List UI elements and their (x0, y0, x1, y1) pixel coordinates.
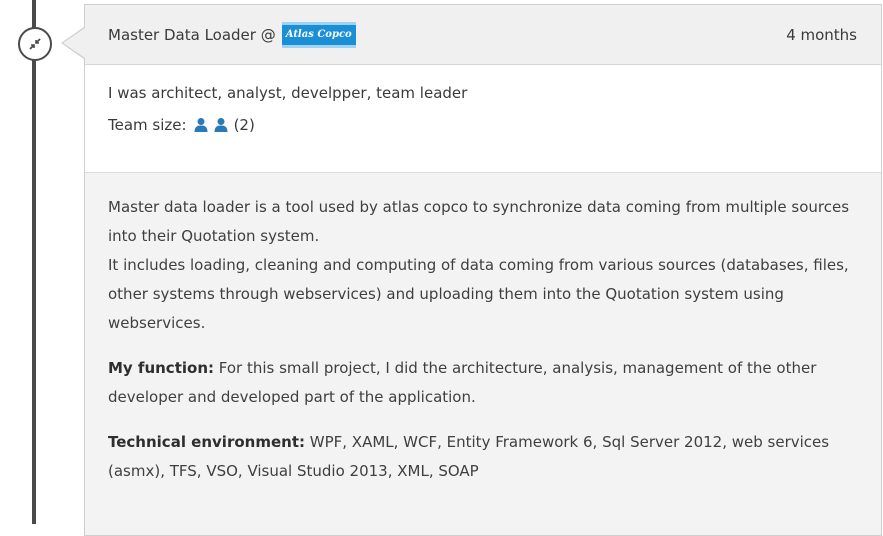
job-card: Master Data Loader @ Atlas Copco 4 month… (84, 4, 882, 536)
technical-environment: Technical environment: WPF, XAML, WCF, E… (108, 428, 858, 486)
card-pointer-fill (63, 28, 85, 58)
team-size-label: Team size: (108, 116, 187, 134)
timeline-line (32, 0, 36, 524)
job-summary: I was architect, analyst, develpper, tea… (85, 65, 881, 173)
timeline-node-toggle[interactable] (18, 27, 52, 61)
user-icon (214, 118, 228, 132)
tech-label: Technical environment: (108, 433, 305, 451)
team-size: Team size: (2) (108, 115, 858, 135)
my-function: My function: For this small project, I d… (108, 354, 858, 412)
function-label: My function: (108, 359, 214, 377)
company-logo: Atlas Copco (281, 21, 356, 48)
job-description: Master data loader is a tool used by atl… (85, 173, 881, 486)
function-text: For this small project, I did the archit… (108, 359, 817, 406)
description-paragraph: It includes loading, cleaning and comput… (108, 256, 849, 332)
job-duration: 4 months (786, 25, 857, 44)
collapse-arrows-icon (29, 38, 41, 50)
description-paragraph: Master data loader is a tool used by atl… (108, 198, 850, 245)
job-role: I was architect, analyst, develpper, tea… (108, 84, 468, 102)
team-size-count: (2) (233, 116, 255, 134)
card-header[interactable]: Master Data Loader @ Atlas Copco 4 month… (85, 5, 881, 65)
user-icon (194, 118, 208, 132)
job-title: Master Data Loader @ (108, 25, 276, 44)
